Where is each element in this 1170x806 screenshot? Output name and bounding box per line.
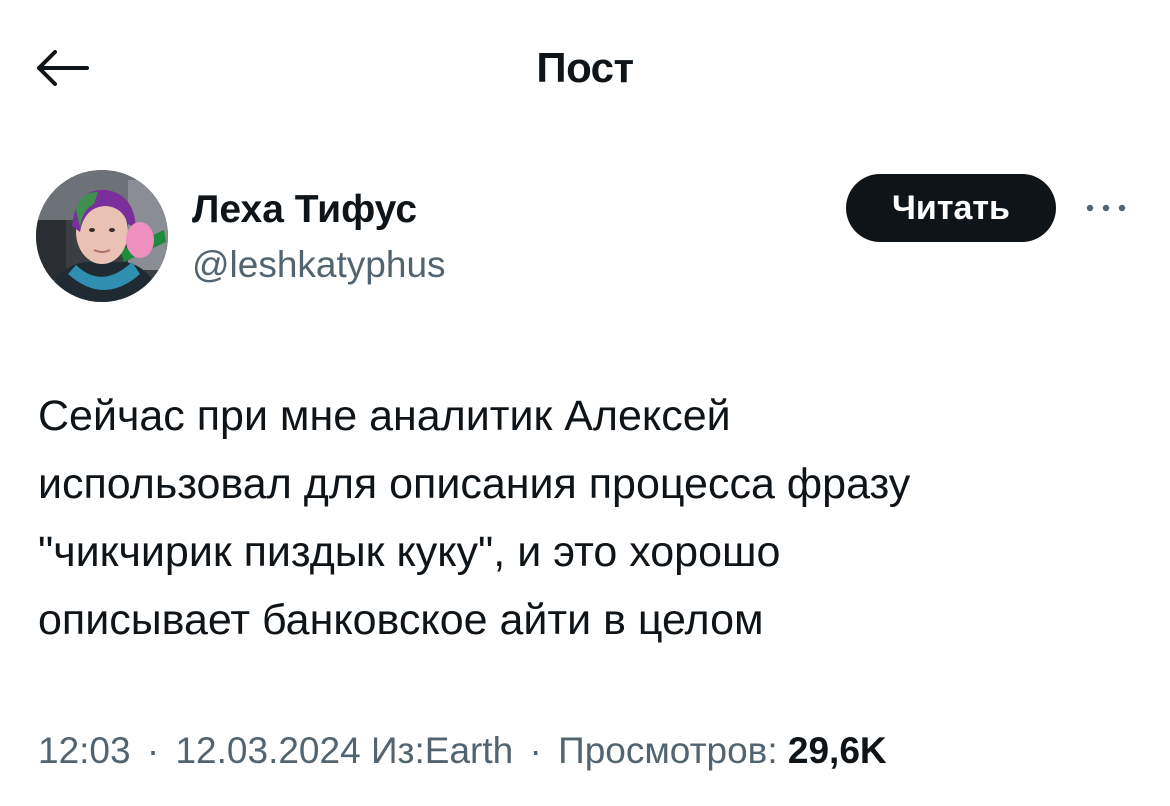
tweet-text-line: Сейчас при мне аналитик Алексей [38,392,731,440]
avatar[interactable] [36,170,168,302]
tweet-text-line: описывает банковское айти в целом [38,596,764,644]
tweet-time[interactable]: 12:03 [38,730,131,771]
tweet-text-line: "чикчирик пиздык куку", и это хорошо [38,528,781,576]
top-bar: Пост [0,0,1170,140]
tweet-date[interactable]: 12.03.2024 [175,730,360,771]
display-name[interactable]: Леха Тифус [192,188,417,232]
author-row: Леха Тифус @leshkatyphus Читать [36,170,1146,310]
views-label: Просмотров: [558,730,778,771]
avatar-image [36,170,168,302]
separator: · [146,730,160,771]
tweet-text-line: использовал для описания процесса фразу [38,460,911,508]
page-title: Пост [536,44,634,91]
tweet-text: Сейчас при мне аналитик Алексей использо… [38,382,1138,654]
more-horizontal-icon [1086,204,1126,212]
more-options-button[interactable] [1080,188,1132,228]
follow-button[interactable]: Читать [846,174,1056,242]
user-handle[interactable]: @leshkatyphus [192,244,446,286]
tweet-source: Из:Earth [370,730,514,771]
separator: · [529,730,542,771]
tweet-meta: 12:03 · 12.03.2024 Из:Earth · Просмотров… [38,730,887,772]
views-count[interactable]: 29,6K [788,730,887,771]
